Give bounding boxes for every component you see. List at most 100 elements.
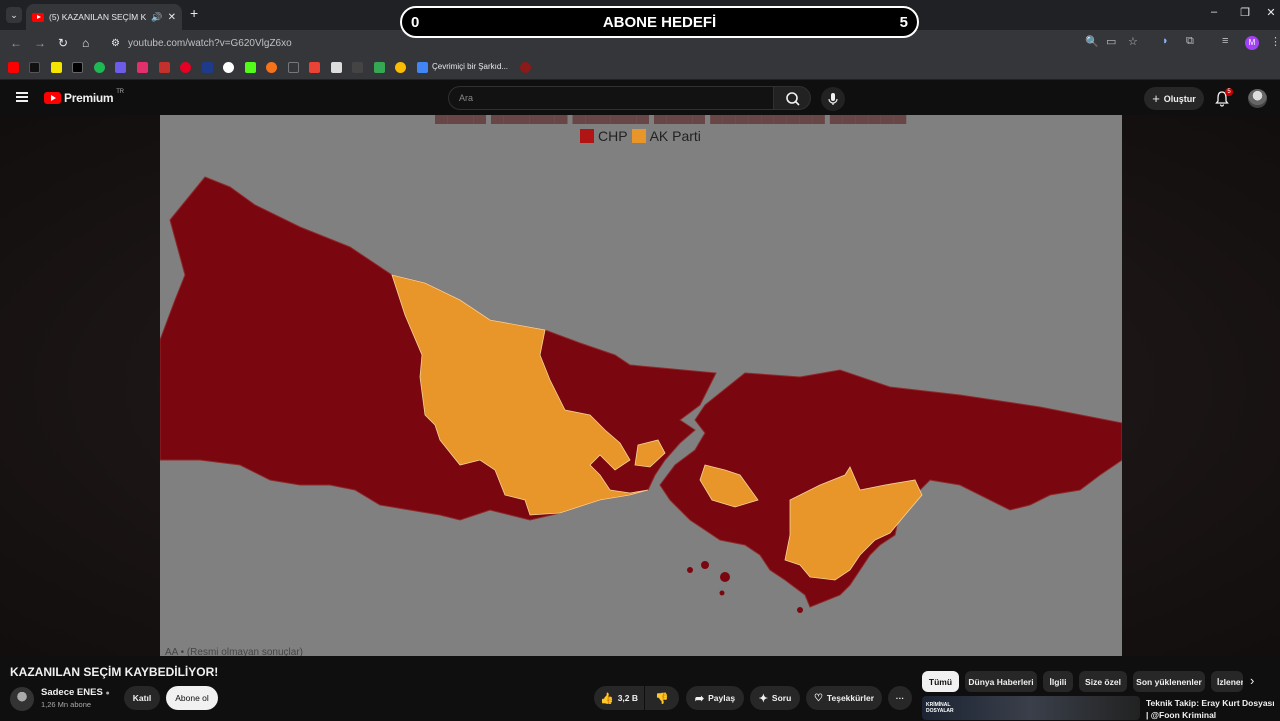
reload-icon[interactable]: ↻ bbox=[58, 36, 68, 50]
thanks-heart-icon: ♡ bbox=[813, 692, 823, 704]
recommended-video-thumbnail[interactable]: KRİMİNAL DOSYALAR bbox=[922, 696, 1140, 720]
bookmarks-bar: Çevrimiçi bir Şarkıd... bbox=[0, 56, 1280, 80]
search-button[interactable] bbox=[773, 86, 811, 110]
browser-menu-icon[interactable]: ⋮ bbox=[1270, 35, 1280, 48]
channel-name[interactable]: Sadece ENES ● bbox=[41, 687, 110, 698]
tab-title: (5) KAZANILAN SEÇİM KAYBEDİLİYOR! bbox=[49, 12, 147, 22]
home-icon[interactable]: ⌂ bbox=[82, 36, 89, 50]
reading-list-icon[interactable]: ≡ bbox=[1222, 35, 1228, 47]
logo-region: TR bbox=[116, 89, 124, 95]
extensions-puzzle-icon[interactable]: ⧉ bbox=[1186, 35, 1194, 48]
bookmark-youtube-icon[interactable] bbox=[8, 62, 19, 73]
video-player[interactable]: ████ ██████ ██████ ████ █████████ ██████… bbox=[0, 115, 1280, 656]
map-island-5 bbox=[797, 607, 803, 613]
goal-target-value: 5 bbox=[899, 13, 908, 31]
close-window-icon[interactable]: ✕ bbox=[1262, 6, 1280, 19]
bookmark-last-icon[interactable] bbox=[520, 62, 531, 73]
map-island-3 bbox=[687, 567, 693, 573]
bookmark-spotify-icon[interactable] bbox=[94, 62, 105, 73]
bookmark-app-icon[interactable] bbox=[115, 62, 126, 73]
bookmark-pinterest-icon[interactable] bbox=[180, 62, 191, 73]
create-button[interactable]: + Oluştur bbox=[1144, 87, 1204, 110]
istanbul-district-map bbox=[160, 176, 1122, 613]
minimize-icon[interactable]: – bbox=[1205, 6, 1223, 18]
youtube-masthead: Premium TR Ara + Oluştur bbox=[0, 81, 1280, 115]
bookmark-white-icon[interactable] bbox=[223, 62, 234, 73]
election-map-frame: ████ ██████ ██████ ████ █████████ ██████… bbox=[160, 115, 1122, 656]
plus-icon: + bbox=[1152, 91, 1160, 106]
recommended-video-title[interactable]: Teknik Takip: Eray Kurt Dosyası | @Foon … bbox=[1146, 697, 1276, 721]
bookmark-tiktok-icon[interactable] bbox=[29, 62, 40, 73]
forward-icon[interactable]: → bbox=[34, 36, 46, 50]
ask-label: Soru bbox=[771, 693, 792, 703]
tab-search-chevron-icon[interactable]: ⌄ bbox=[6, 7, 22, 23]
channel-avatar[interactable] bbox=[10, 687, 34, 711]
chip-all[interactable]: Tümü bbox=[922, 671, 959, 692]
bookmark-gmail-icon[interactable] bbox=[309, 62, 320, 73]
bookmark-red-icon[interactable] bbox=[159, 62, 170, 73]
video-title: KAZANILAN SEÇİM KAYBEDİLİYOR! bbox=[10, 665, 219, 679]
chips-next-chevron-icon[interactable]: › bbox=[1250, 673, 1254, 688]
browser-tab-active[interactable]: (5) KAZANILAN SEÇİM KAYBEDİLİYOR! 🔊 ✕ bbox=[26, 4, 182, 30]
subscribe-button[interactable]: Abone ol bbox=[166, 686, 218, 710]
more-actions-button[interactable]: ··· bbox=[888, 686, 912, 710]
like-button[interactable]: 👍 3,2 B bbox=[594, 686, 644, 710]
map-island-1 bbox=[701, 561, 709, 569]
hamburger-menu-icon[interactable] bbox=[16, 92, 28, 102]
site-info-icon[interactable]: ⚙ bbox=[111, 38, 120, 49]
share-icon: ➦ bbox=[694, 692, 705, 705]
map-island-2 bbox=[720, 572, 730, 582]
dislike-button[interactable]: 👎 bbox=[645, 686, 679, 710]
logo-text: Premium bbox=[64, 91, 114, 105]
share-label: Paylaş bbox=[708, 693, 736, 703]
chip-recent-uploads[interactable]: Son yüklenenler bbox=[1133, 671, 1205, 692]
chip-related[interactable]: İlgili bbox=[1043, 671, 1073, 692]
youtube-favicon-icon bbox=[32, 12, 44, 22]
thanks-button[interactable]: ♡ Teşekkürler bbox=[806, 686, 882, 710]
url-text: youtube.com/watch?v=G620VlgZ6xo bbox=[127, 37, 292, 49]
zoom-icon[interactable]: 🔍 bbox=[1085, 35, 1099, 48]
restore-icon[interactable]: ❐ bbox=[1236, 6, 1254, 19]
bookmark-star-icon[interactable]: ☆ bbox=[1128, 35, 1138, 48]
tab-close-icon[interactable]: ✕ bbox=[168, 12, 176, 23]
join-button[interactable]: Katıl bbox=[124, 686, 160, 710]
goal-current-value: 0 bbox=[411, 13, 420, 31]
voice-search-button[interactable] bbox=[821, 87, 845, 111]
chip-for-you[interactable]: Size özel bbox=[1079, 671, 1127, 692]
search-icon bbox=[786, 92, 800, 106]
bookmark-s-icon[interactable] bbox=[51, 62, 62, 73]
chip-world-news[interactable]: Dünya Haberleri bbox=[965, 671, 1037, 692]
bookmark-dark-icon[interactable] bbox=[352, 62, 363, 73]
account-avatar[interactable] bbox=[1248, 89, 1267, 108]
thumbnail-caption: KRİMİNAL DOSYALAR bbox=[926, 702, 954, 714]
video-info-bar: KAZANILAN SEÇİM KAYBEDİLİYOR! Sadece ENE… bbox=[0, 656, 1280, 720]
bookmark-misc-icon[interactable] bbox=[288, 62, 299, 73]
bookmark-song-icon[interactable] bbox=[417, 62, 428, 73]
subscriber-count: 1,26 Mn abone bbox=[41, 700, 92, 709]
new-tab-icon[interactable]: + bbox=[190, 5, 198, 21]
bookmark-song-label[interactable]: Çevrimiçi bir Şarkıd... bbox=[432, 62, 508, 71]
ask-button[interactable]: ✦ Soru bbox=[750, 686, 800, 710]
share-button[interactable]: ➦ Paylaş bbox=[686, 686, 744, 710]
bookmark-orange-icon[interactable] bbox=[266, 62, 277, 73]
youtube-logo-icon bbox=[44, 92, 61, 104]
notification-badge: 5 bbox=[1225, 88, 1233, 96]
cast-icon[interactable]: ▭ bbox=[1106, 35, 1116, 48]
bookmark-doc-icon[interactable] bbox=[331, 62, 342, 73]
search-input[interactable]: Ara bbox=[448, 86, 774, 110]
back-icon[interactable]: ← bbox=[10, 36, 22, 50]
youtube-premium-logo[interactable]: Premium TR bbox=[44, 89, 124, 105]
bookmark-x-icon[interactable] bbox=[72, 62, 83, 73]
bookmark-green-icon[interactable] bbox=[374, 62, 385, 73]
bookmark-instagram-icon[interactable] bbox=[137, 62, 148, 73]
bookmark-kick-icon[interactable] bbox=[245, 62, 256, 73]
chip-watched[interactable]: İzlenen bbox=[1211, 671, 1243, 692]
extension-icon[interactable]: ◗ bbox=[1162, 35, 1169, 47]
bookmark-blue-icon[interactable] bbox=[202, 62, 213, 73]
like-count: 3,2 B bbox=[617, 693, 639, 703]
profile-avatar[interactable]: M bbox=[1245, 36, 1259, 50]
more-icon: ··· bbox=[895, 693, 905, 703]
bookmark-yellow-icon[interactable] bbox=[395, 62, 406, 73]
speaker-icon[interactable]: 🔊 bbox=[151, 12, 162, 23]
map-island-4 bbox=[719, 590, 725, 596]
